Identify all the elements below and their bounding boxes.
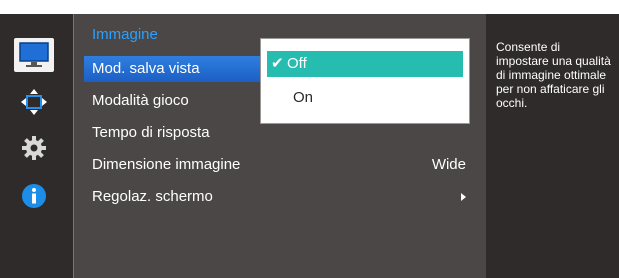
- option-on[interactable]: On: [267, 85, 463, 111]
- menu-item-modalita-gioco[interactable]: Modalità gioco: [84, 88, 244, 114]
- check-icon: ✔: [271, 55, 284, 72]
- menu-item-label: Mod. salva vista: [92, 60, 200, 77]
- resize-arrows-icon[interactable]: [20, 88, 48, 116]
- osd-menu: Immagine Mod. salva vista Modalità gioco…: [0, 14, 619, 278]
- submenu-arrow-icon: [461, 193, 466, 201]
- dimensione-immagine-value: Wide: [431, 156, 466, 173]
- info-icon[interactable]: [20, 182, 48, 210]
- menu-item-tempo-di-risposta[interactable]: Tempo di risposta: [84, 120, 244, 146]
- monitor-icon[interactable]: [14, 38, 54, 72]
- menu-item-dimensione-immagine[interactable]: Dimensione immagine: [84, 152, 244, 178]
- menu-item-label: Tempo di risposta: [92, 124, 210, 141]
- gear-icon[interactable]: [20, 134, 48, 162]
- menu-panel: Immagine Mod. salva vista Modalità gioco…: [73, 14, 487, 278]
- option-label: Off: [287, 55, 307, 72]
- menu-item-label: Dimensione immagine: [92, 156, 241, 173]
- option-label: On: [293, 89, 314, 106]
- help-text: Consente di impostare una qualità di imm…: [496, 40, 611, 110]
- menu-item-mod-salva-vista[interactable]: Mod. salva vista: [84, 56, 262, 82]
- menu-item-regolaz-schermo[interactable]: Regolaz. schermo: [84, 184, 244, 210]
- option-popup: ✔ Off On: [260, 38, 470, 124]
- help-panel: Consente di impostare una qualità di imm…: [486, 14, 619, 278]
- menu-item-label: Regolaz. schermo: [92, 188, 213, 205]
- category-sidebar: [0, 14, 72, 278]
- menu-item-label: Modalità gioco: [92, 92, 189, 109]
- option-off[interactable]: ✔ Off: [267, 51, 463, 77]
- menu-title: Immagine: [92, 26, 158, 43]
